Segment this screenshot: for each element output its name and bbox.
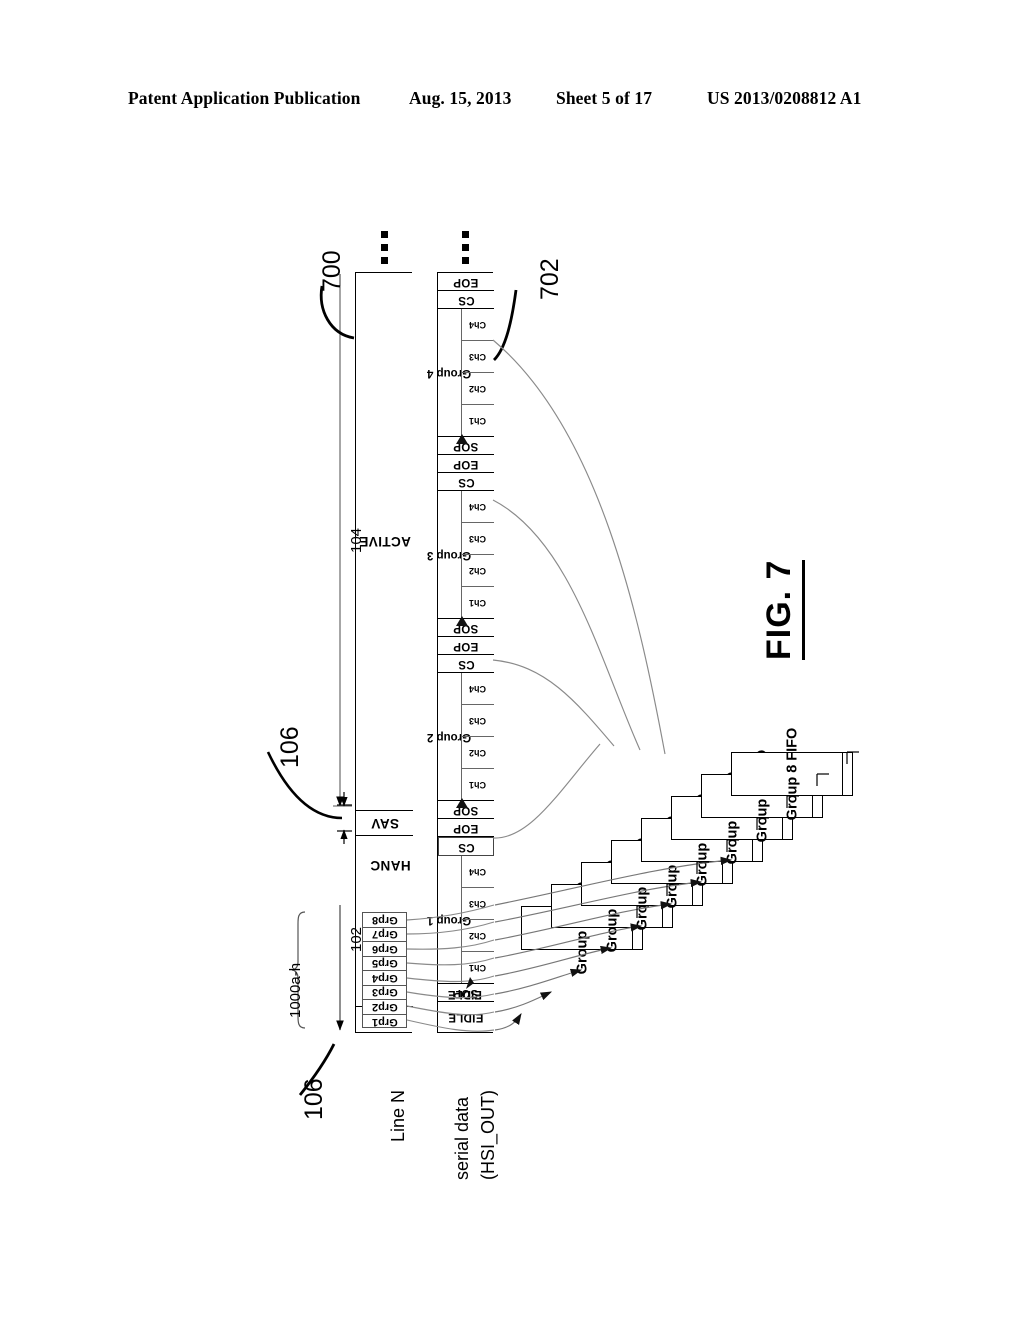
ref-700: 700 xyxy=(318,250,346,292)
leader-700 xyxy=(319,285,355,340)
packet-group-4-ch4: Ch4 xyxy=(462,309,494,341)
ref-104: 104 xyxy=(348,527,365,553)
packet-group-3-ch4: Ch4 xyxy=(462,491,494,523)
serial-data-label-1: serial data xyxy=(452,1096,472,1180)
packet-group-4-ch2: Ch2 xyxy=(462,373,494,405)
packet-group-1-ch4: Ch4 xyxy=(462,856,494,888)
hanc-group-2: Grp2 xyxy=(363,1000,406,1015)
packet-eidle-label-holder: EIDLE xyxy=(437,955,493,1033)
packet-eop-2: EOP xyxy=(438,637,494,655)
packet-eop-3: EOP xyxy=(438,455,494,473)
serial-data-label-2: (HSI_OUT) xyxy=(478,1090,498,1180)
figure-caption: FIG. 7 xyxy=(760,559,805,660)
packet-eop-4: EOP xyxy=(438,273,494,291)
hanc-group-stack: Grp8 Grp7 Grp6 Grp5 Grp4 Grp3 Grp2 Grp1 xyxy=(362,912,407,1028)
hanc-group-1: Grp1 xyxy=(371,1015,398,1028)
sav-dimension-marks xyxy=(337,792,352,844)
ellipsis-packet-bar xyxy=(462,231,469,270)
packet-group-2-ch4: Ch4 xyxy=(462,673,494,705)
fifo-group-8[interactable]: Group 8 FIFO xyxy=(731,728,853,820)
hanc-group-7: Grp7 xyxy=(363,928,406,942)
packet-group-4: Group 4 Ch4 Ch3 Ch2 Ch1 xyxy=(427,309,494,437)
packet-group-4-ch1: Ch1 xyxy=(469,416,487,426)
packet-eidle-label: EIDLE xyxy=(448,988,482,1000)
packet-group-1-ch2: Ch2 xyxy=(462,920,494,952)
packet-eop-1: EOP xyxy=(438,819,494,837)
ref-1000: 1000a-h xyxy=(287,962,304,1018)
packet-sop-3: SOP xyxy=(438,619,494,637)
hanc-group-8: Grp8 xyxy=(363,913,406,928)
line-n-label: Line N xyxy=(388,1089,408,1142)
packet-group-3-ch2: Ch2 xyxy=(462,555,494,587)
serial-packet-bar: EOP CS Group 4 Ch4 Ch3 Ch2 Ch1 SOP EOP C… xyxy=(427,272,494,1033)
packet-cs-3: CS xyxy=(438,473,494,491)
ref-106-eav: 106 xyxy=(300,1078,328,1120)
packet-group-3-ch1: Ch1 xyxy=(469,598,487,608)
connectors-stream-to-fifo xyxy=(492,339,666,839)
packet-group-1-ch3: Ch3 xyxy=(462,888,494,920)
hanc-group-6: Grp6 xyxy=(363,942,406,957)
packet-group-3: Group 3 Ch4 Ch3 Ch2 Ch1 xyxy=(427,491,494,619)
packet-group-2: Group 2 Ch4 Ch3 Ch2 Ch1 xyxy=(427,673,494,801)
packet-group-2-ch2: Ch2 xyxy=(462,737,494,769)
ref-102: 102 xyxy=(348,926,365,952)
packet-group-2-ch3: Ch3 xyxy=(462,705,494,737)
hanc-group-3: Grp3 xyxy=(363,986,406,1000)
ref-106-sav: 106 xyxy=(276,726,304,768)
packet-cs-1: CS xyxy=(438,837,494,856)
packet-group-2-ch1: Ch1 xyxy=(469,780,487,790)
packet-group-3-ch3: Ch3 xyxy=(462,523,494,555)
packet-group-4-ch3: Ch3 xyxy=(462,341,494,373)
packet-cs-4: CS xyxy=(438,291,494,309)
fifo-group-8-partition xyxy=(842,753,852,795)
segment-sav-label: SAV xyxy=(370,815,399,831)
hanc-group-4: Grp4 xyxy=(363,971,406,986)
figure-overlay xyxy=(266,274,859,1096)
segment-active-label: ACTIVE xyxy=(358,534,411,549)
patent-figure-7: ACTIVE SAV HANC EAV Grp8 Grp7 Grp6 Grp5 … xyxy=(0,0,1024,1320)
leader-702 xyxy=(492,289,518,361)
packet-cs-2: CS xyxy=(438,655,494,673)
segment-sav: SAV xyxy=(356,811,413,836)
segment-hanc-label: HANC xyxy=(370,858,411,873)
ellipsis-line-bar xyxy=(381,231,388,270)
hanc-group-5: Grp5 xyxy=(363,957,406,971)
ref-702: 702 xyxy=(536,258,564,300)
packet-sop-2: SOP xyxy=(438,801,494,819)
packet-sop-4: SOP xyxy=(438,437,494,455)
